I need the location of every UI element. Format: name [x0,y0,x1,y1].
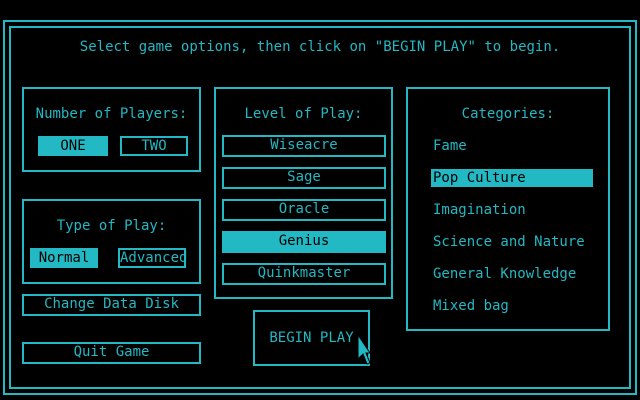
type-of-play-panel: Type of Play: Normal Advanced [22,199,201,284]
category-mixed-bag[interactable]: Mixed bag [431,297,593,315]
categories-panel: Categories: Fame Pop Culture Imagination… [406,87,610,331]
players-title: Number of Players: [35,106,188,122]
level-genius-button[interactable]: Genius [222,231,386,253]
level-panel: Level of Play: Wiseacre Sage Oracle Geni… [214,87,393,299]
category-imagination[interactable]: Imagination [431,201,593,219]
change-data-disk-button[interactable]: Change Data Disk [22,294,201,316]
normal-button[interactable]: Normal [30,248,98,268]
category-fame[interactable]: Fame [431,137,593,155]
instruction-text: Select game options, then click on "BEGI… [79,39,561,55]
category-pop-culture[interactable]: Pop Culture [431,169,593,187]
quit-game-button[interactable]: Quit Game [22,342,201,364]
category-science-and-nature[interactable]: Science and Nature [431,233,593,251]
level-oracle-button[interactable]: Oracle [222,199,386,221]
level-sage-button[interactable]: Sage [222,167,386,189]
categories-title: Categories: [461,106,555,122]
type-of-play-title: Type of Play: [56,218,167,234]
level-quinkmaster-button[interactable]: Quinkmaster [222,263,386,285]
level-title: Level of Play: [244,106,363,122]
players-one-button[interactable]: ONE [38,136,108,156]
advanced-button[interactable]: Advanced [118,248,187,268]
arrow-cursor-icon [357,334,371,365]
level-wiseacre-button[interactable]: Wiseacre [222,135,386,157]
players-two-button[interactable]: TWO [120,136,188,156]
players-panel: Number of Players: ONE TWO [22,87,201,172]
begin-play-button[interactable]: BEGIN PLAY [253,310,370,366]
category-general-knowledge[interactable]: General Knowledge [431,265,593,283]
